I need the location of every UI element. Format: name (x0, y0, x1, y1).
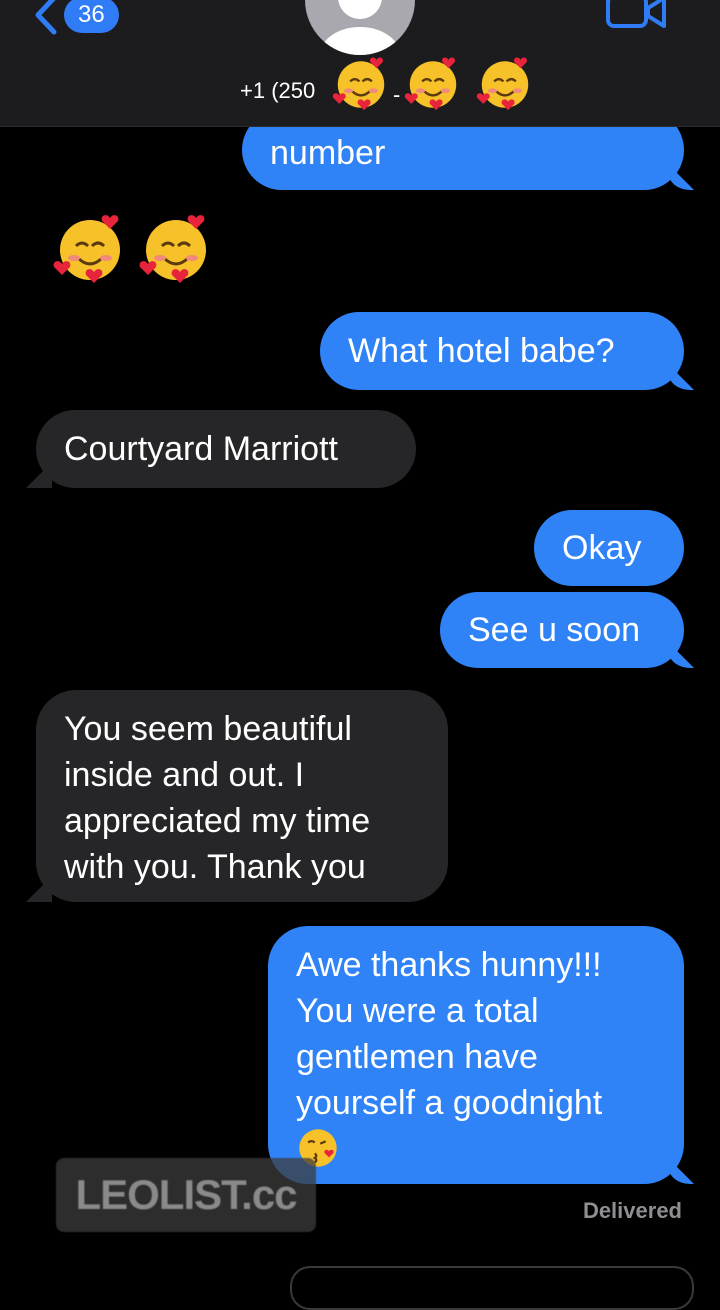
contact-name-emoji (330, 52, 536, 114)
smiling-face-with-hearts-icon (139, 215, 206, 283)
contact-avatar[interactable] (305, 0, 415, 55)
message-bubble-received-emoji[interactable] (30, 208, 250, 296)
message-text: Okay (562, 529, 642, 567)
message-text: Awe thanks hunny!!! You were a total gen… (296, 946, 603, 1122)
smiling-face-with-hearts-icon (53, 215, 120, 283)
back-button[interactable]: 36 (30, 0, 119, 36)
message-input[interactable] (290, 1266, 694, 1310)
watermark-logo: LEOLIST.cc (56, 1158, 316, 1232)
smiling-face-with-hearts-icon (476, 57, 529, 111)
person-silhouette-icon (320, 0, 400, 55)
message-bubble-received[interactable]: You seem beautiful inside and out. I app… (36, 690, 448, 902)
message-bubble-sent[interactable]: See u soon (440, 592, 684, 668)
message-bubble-sent[interactable]: Awe thanks hunny!!! You were a total gen… (268, 926, 684, 1184)
delivered-status: Delivered (582, 1198, 682, 1223)
contact-name[interactable]: +1 (250 (240, 78, 315, 104)
chevron-left-icon (35, 0, 57, 35)
message-bubble-sent[interactable]: Okay (534, 510, 684, 586)
message-text: You seem beautiful inside and out. I app… (64, 710, 371, 886)
unread-count-badge: 36 (64, 0, 119, 33)
message-text: number (270, 134, 386, 172)
conversation-header: 36 +1 (250 - (0, 0, 720, 127)
message-text: See u soon (468, 611, 641, 649)
smiling-face-with-hearts-icon (404, 57, 457, 111)
message-bubble-received[interactable]: Courtyard Marriott (36, 410, 416, 488)
message-bubble-sent[interactable]: What hotel babe? (320, 312, 684, 390)
message-text: What hotel babe? (348, 332, 615, 370)
video-call-icon[interactable] (606, 0, 666, 30)
smiling-face-with-hearts-icon (332, 57, 385, 111)
message-text: Courtyard Marriott (64, 430, 338, 468)
